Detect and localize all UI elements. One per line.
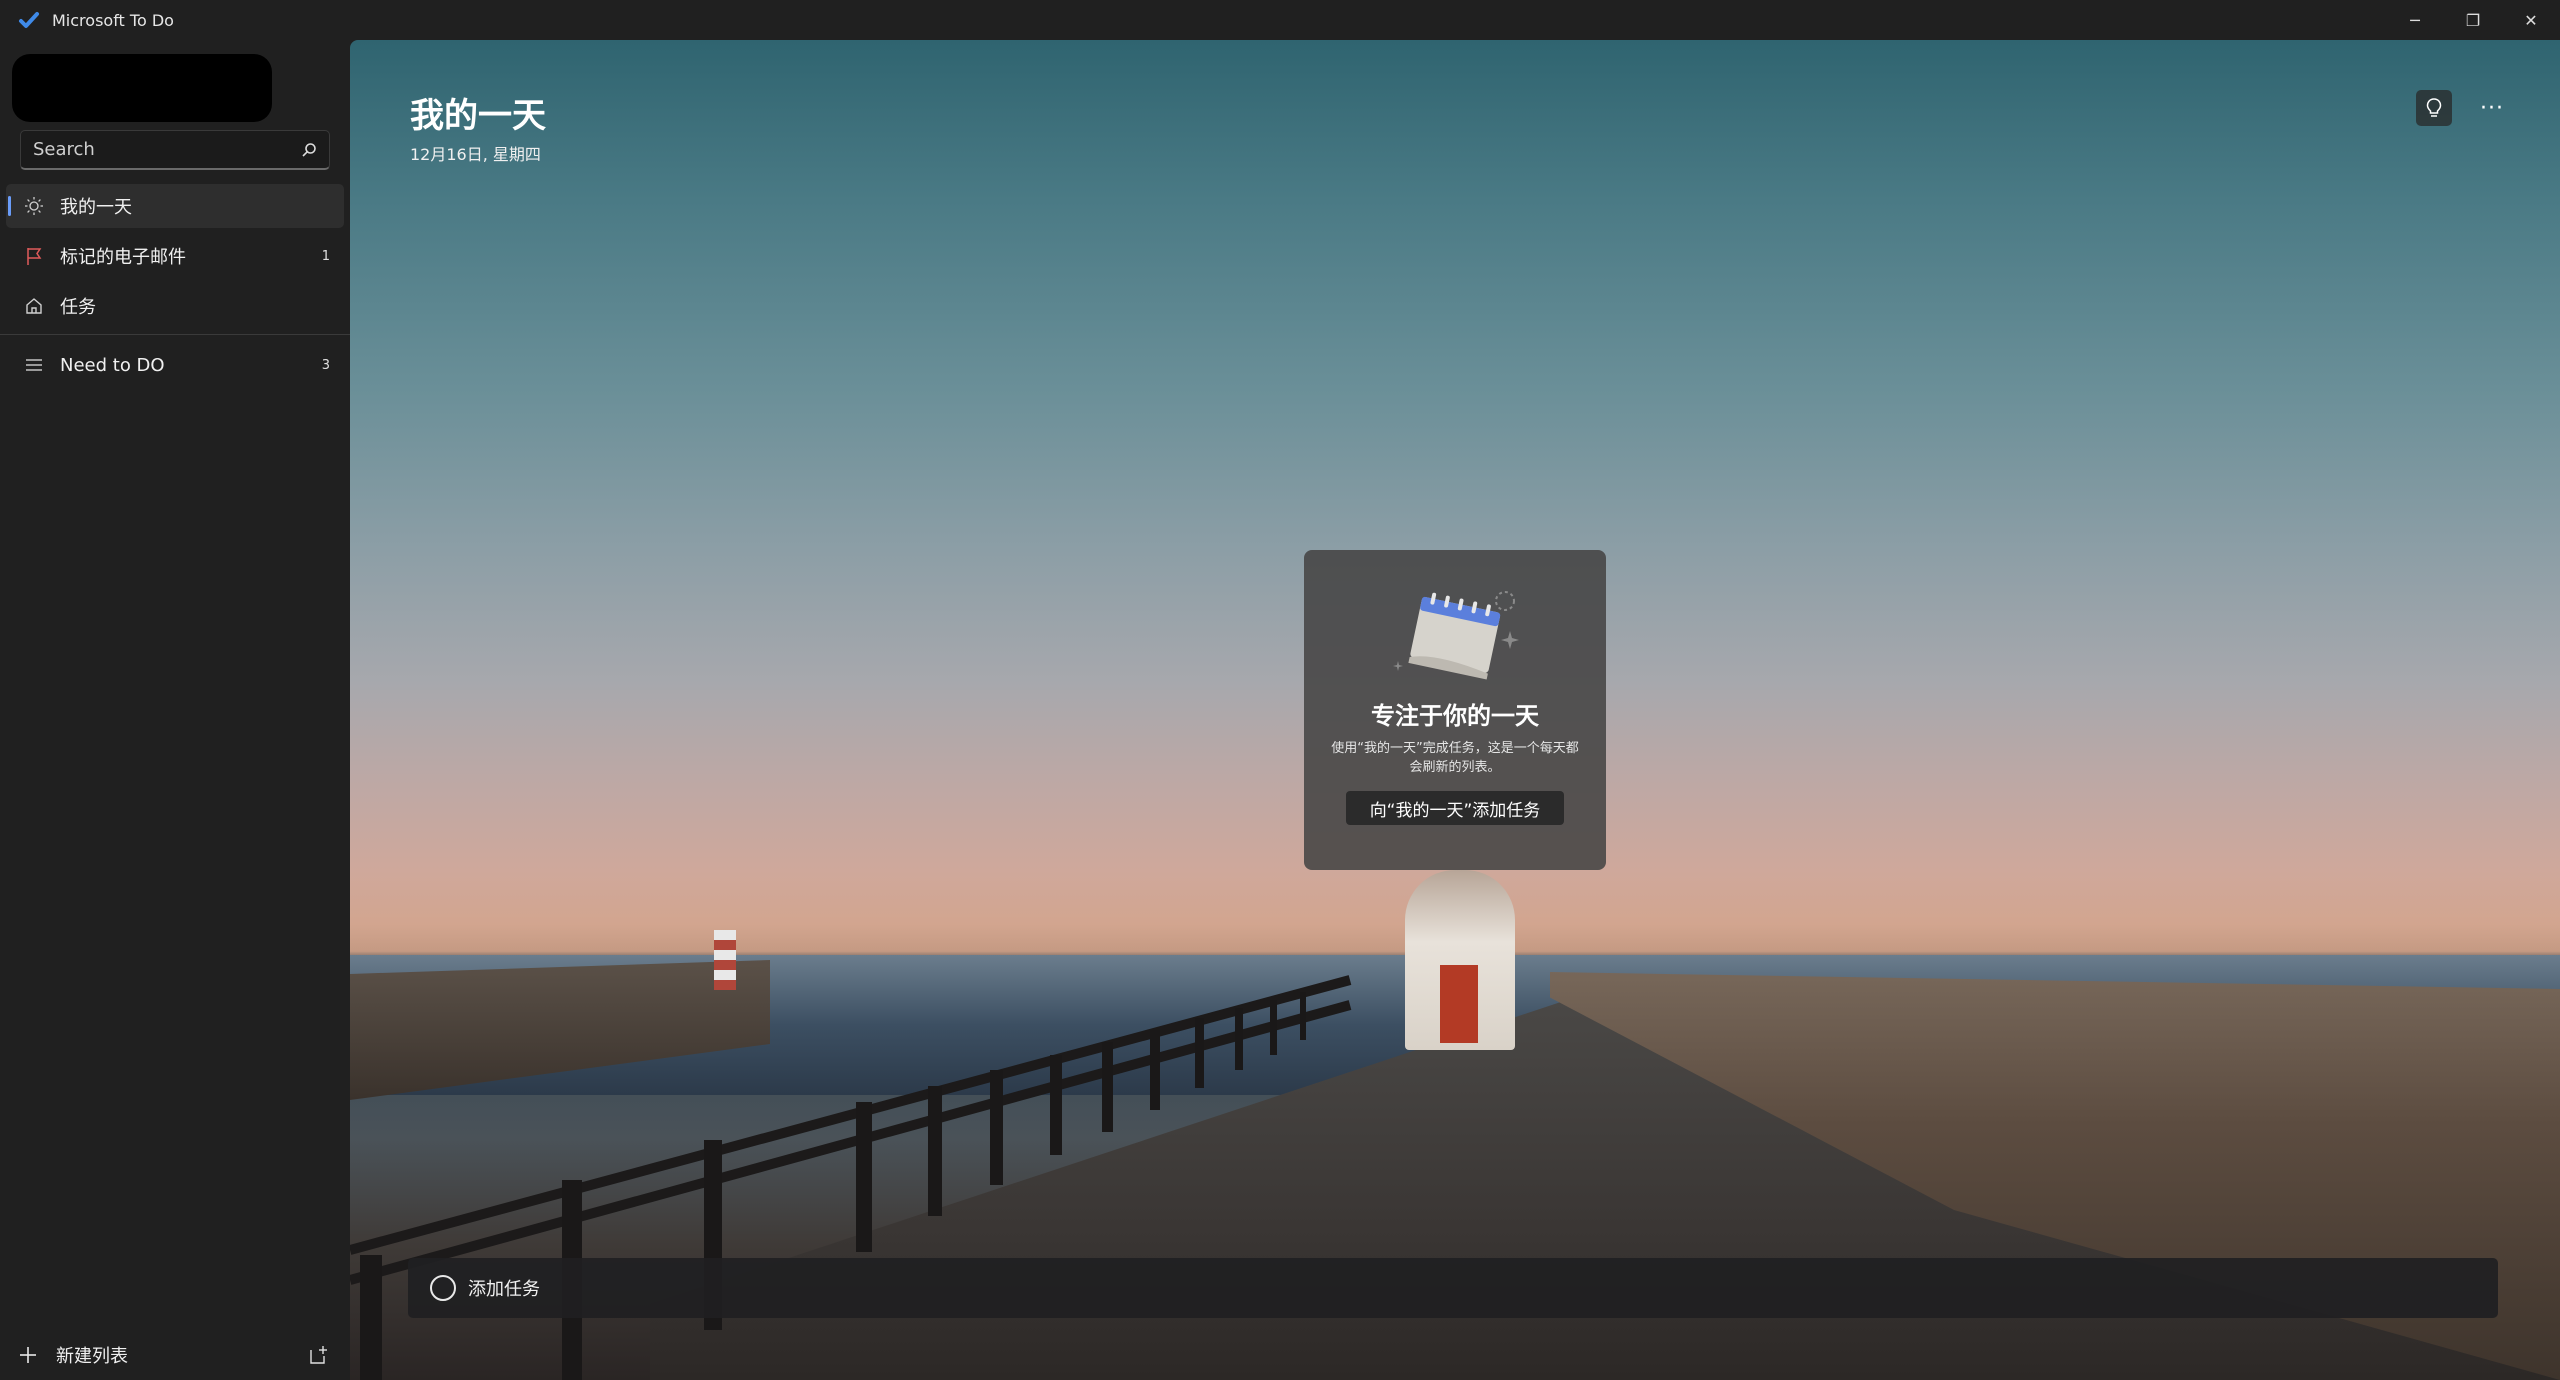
sidebar-item-need-to-do[interactable]: Need to DO 3 [6, 343, 344, 387]
header-actions: ··· [2416, 90, 2510, 126]
sidebar-item-count: 1 [321, 248, 330, 264]
title-bar: Microsoft To Do ─ ❐ ✕ [0, 0, 2560, 40]
close-button[interactable]: ✕ [2502, 0, 2560, 40]
page-header: 我的一天 12月16日, 星期四 [410, 88, 546, 165]
sidebar-footer: 新建列表 [0, 1330, 350, 1380]
flag-icon [22, 244, 46, 268]
lightbulb-icon [2426, 98, 2442, 117]
window-controls: ─ ❐ ✕ [2386, 0, 2560, 40]
card-title: 专注于你的一天 [1371, 702, 1539, 730]
add-to-my-day-button[interactable]: 向“我的一天”添加任务 [1345, 791, 1565, 825]
sidebar-item-label: 任务 [60, 297, 96, 318]
sidebar-item-tasks[interactable]: 任务 [6, 284, 344, 328]
sidebar-item-label: 标记的电子邮件 [60, 247, 186, 268]
circle-icon [430, 1275, 456, 1301]
page-title: 我的一天 [410, 96, 546, 136]
card-description: 使用“我的一天”完成任务，这是一个每天都会刷新的列表。 [1331, 741, 1579, 775]
search-box[interactable] [20, 130, 330, 170]
new-group-button[interactable] [294, 1330, 344, 1380]
add-task-bar[interactable]: 添加任务 [408, 1258, 2498, 1318]
sidebar: 我的一天 标记的电子邮件 1 任务 Need to DO 3 [0, 40, 350, 1380]
my-day-empty-card: 专注于你的一天 使用“我的一天”完成任务，这是一个每天都会刷新的列表。 向“我的… [1304, 550, 1606, 870]
sidebar-item-count: 3 [321, 357, 330, 373]
sidebar-item-flagged-email[interactable]: 标记的电子邮件 1 [6, 234, 344, 278]
sidebar-item-label: Need to DO [60, 354, 165, 376]
sidebar-item-label: 我的一天 [60, 197, 132, 218]
account-avatar[interactable] [12, 54, 272, 122]
restore-button[interactable]: ❐ [2444, 0, 2502, 40]
suggestions-button[interactable] [2416, 90, 2452, 126]
sidebar-item-my-day[interactable]: 我的一天 [6, 184, 344, 228]
add-task-label: 添加任务 [468, 1279, 540, 1300]
app-title: Microsoft To Do [52, 10, 174, 30]
minimize-button[interactable]: ─ [2386, 0, 2444, 40]
search-icon[interactable] [289, 131, 329, 169]
app-logo-icon [19, 12, 39, 28]
new-list-label: 新建列表 [56, 1346, 128, 1367]
new-list-button[interactable]: 新建列表 [0, 1330, 294, 1380]
home-icon [22, 294, 46, 318]
page-date: 12月16日, 星期四 [410, 145, 541, 164]
list-icon [22, 353, 46, 377]
nav-divider [0, 334, 350, 335]
search-input[interactable] [33, 139, 289, 160]
new-group-icon [310, 1346, 327, 1364]
nav-list: 我的一天 标记的电子邮件 1 任务 Need to DO 3 [0, 184, 350, 393]
sun-icon [22, 194, 46, 218]
main-panel: 我的一天 12月16日, 星期四 ··· 专注于你的一天 使用“我的一天”完成任… [350, 40, 2560, 1380]
more-options-button[interactable]: ··· [2474, 90, 2510, 126]
plus-icon [20, 1347, 36, 1363]
calendar-illustration-icon [1393, 591, 1519, 680]
